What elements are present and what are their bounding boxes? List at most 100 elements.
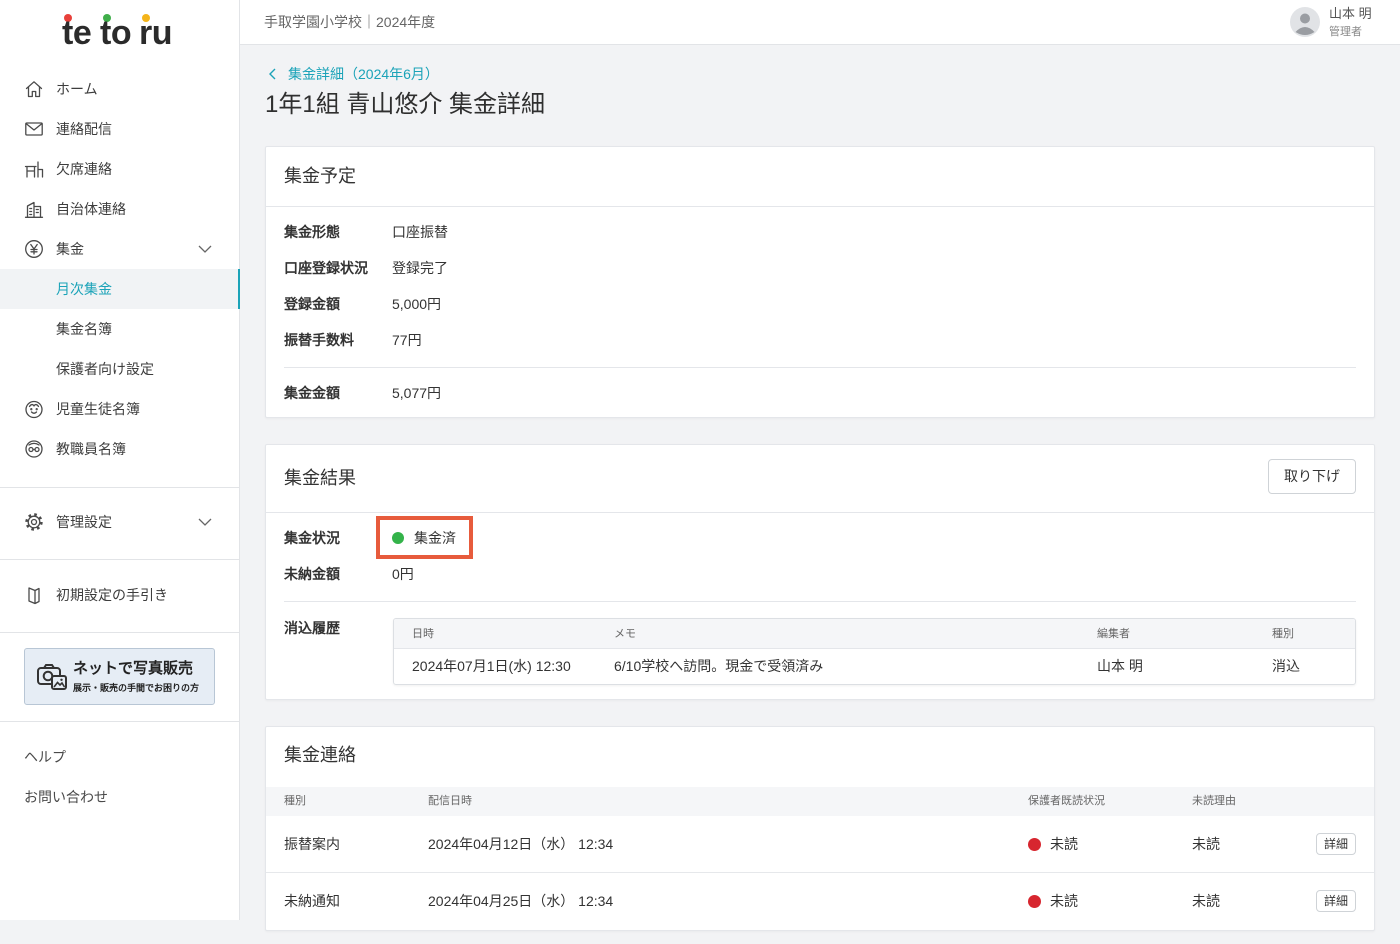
sidebar-item-students[interactable]: 児童生徒名簿 bbox=[0, 389, 239, 429]
sidebar-item-setup-guide[interactable]: 初期設定の手引き bbox=[0, 575, 239, 615]
logo-part: te bbox=[62, 14, 92, 52]
desk-icon bbox=[24, 161, 44, 178]
kv-row: 登録金額 5,000円 bbox=[266, 286, 1374, 322]
notice-type: 振替案内 bbox=[284, 836, 340, 852]
sidebar-divider bbox=[0, 559, 239, 560]
sidebar-divider bbox=[0, 487, 239, 488]
history-section: 消込履歴 日時 メモ 編集者 種別 2024年07月1日(水) 12:30 6/… bbox=[266, 618, 1374, 685]
sidebar-item-label: 保護者向け設定 bbox=[56, 361, 154, 377]
school-year-label: 手取学園小学校｜2024年度 bbox=[264, 14, 436, 30]
card-header: 集金連絡 bbox=[266, 727, 1374, 787]
unread-reason: 未読 bbox=[1192, 836, 1220, 852]
card-body: 集金形態 口座振替 口座登録状況 登録完了 登録金額 5,000円 振替手数料 … bbox=[266, 207, 1374, 411]
book-icon bbox=[28, 587, 40, 605]
column-header: 種別 bbox=[1272, 628, 1294, 640]
page-title: 1年1組 青山悠介 集金詳細 bbox=[265, 91, 546, 118]
gear-icon bbox=[25, 513, 43, 531]
kv-label: 集金形態 bbox=[284, 224, 340, 240]
kv-row-total: 集金金額 5,077円 bbox=[266, 375, 1374, 411]
card-header: 集金結果 取り下げ bbox=[266, 445, 1374, 513]
sidebar-item-collection-roster[interactable]: 集金名簿 bbox=[0, 309, 239, 349]
unread-status-dot bbox=[1028, 895, 1041, 908]
kv-value: 登録完了 bbox=[392, 260, 448, 276]
tetoru-logo[interactable]: te to ru bbox=[0, 0, 239, 60]
history-table: 日時 メモ 編集者 種別 2024年07月1日(水) 12:30 6/10学校へ… bbox=[393, 618, 1356, 685]
sidebar-item-label: 初期設定の手引き bbox=[56, 587, 168, 603]
notice-datetime: 2024年04月12日（水） 12:34 bbox=[428, 836, 614, 852]
kv-value: 5,000円 bbox=[392, 296, 442, 312]
divider bbox=[284, 367, 1356, 368]
table-header: 日時 メモ 編集者 種別 bbox=[394, 619, 1355, 649]
highlight-box bbox=[376, 516, 473, 559]
card-header: 集金予定 bbox=[266, 147, 1374, 207]
kv-row-status: 集金状況 集金済 bbox=[266, 516, 1374, 559]
sidebar-item-collection[interactable]: 集金 bbox=[0, 229, 239, 269]
sidebar-item-staff[interactable]: 教職員名簿 bbox=[0, 429, 239, 469]
help-link[interactable]: ヘルプ bbox=[24, 737, 66, 777]
sidebar-item-admin-settings[interactable]: 管理設定 bbox=[0, 502, 239, 542]
kv-row: 集金形態 口座振替 bbox=[266, 214, 1374, 250]
sidebar-divider bbox=[0, 632, 239, 633]
table-header: 種別 配信日時 保護者既読状況 未読理由 bbox=[266, 787, 1374, 816]
teacher-icon bbox=[25, 440, 43, 458]
sidebar-item-label: 欠席連絡 bbox=[56, 161, 112, 177]
detail-button[interactable]: 詳細 bbox=[1316, 890, 1356, 912]
photo-camera-icon bbox=[37, 664, 67, 690]
sidebar-item-label: 教職員名簿 bbox=[56, 441, 126, 457]
contact-link[interactable]: お問い合わせ bbox=[24, 777, 108, 817]
chevron-down-icon[interactable] bbox=[198, 244, 212, 254]
kv-row: 口座登録状況 登録完了 bbox=[266, 250, 1374, 286]
child-icon bbox=[25, 400, 43, 419]
sidebar-item-home[interactable]: ホーム bbox=[0, 69, 239, 109]
kv-row: 振替手数料 77円 bbox=[266, 322, 1374, 358]
unread-reason: 未読 bbox=[1192, 893, 1220, 909]
sidebar-divider bbox=[0, 721, 239, 722]
kv-row: 未納金額 0円 bbox=[266, 556, 1374, 592]
sidebar-item-monthly-collection[interactable]: 月次集金 bbox=[0, 269, 240, 309]
notice-datetime: 2024年04月25日（水） 12:34 bbox=[428, 893, 614, 909]
history-label: 消込履歴 bbox=[284, 620, 340, 636]
result-card: 集金結果 取り下げ 集金状況 集金済 未納金額 0円 消込履歴 日時 メモ 編集… bbox=[265, 444, 1375, 700]
column-header: 未読理由 bbox=[1192, 795, 1236, 807]
card-title: 集金結果 bbox=[284, 468, 356, 488]
notice-type: 未納通知 bbox=[284, 893, 340, 909]
building-icon bbox=[24, 201, 44, 218]
home-icon bbox=[25, 81, 43, 98]
kv-label: 集金金額 bbox=[284, 385, 340, 401]
detail-button[interactable]: 詳細 bbox=[1316, 833, 1356, 855]
sidebar-item-label: 自治体連絡 bbox=[56, 201, 126, 217]
kv-value: 0円 bbox=[392, 566, 414, 582]
banner-title: ネットで写真販売 bbox=[73, 660, 194, 677]
user-name[interactable]: 山本 明 bbox=[1329, 5, 1372, 23]
photo-sales-banner[interactable]: ネットで写真販売 展示・販売の手間でお困りの方 bbox=[24, 648, 215, 705]
table-row: 振替案内 2024年04月12日（水） 12:34 未読 未読 詳細 bbox=[266, 816, 1374, 873]
card-title: 集金予定 bbox=[284, 166, 356, 186]
sidebar-item-label: 集金名簿 bbox=[56, 321, 112, 337]
user-avatar-icon[interactable] bbox=[1290, 7, 1320, 37]
table-row: 未納通知 2024年04月25日（水） 12:34 未読 未読 詳細 bbox=[266, 873, 1374, 930]
card-body: 集金状況 集金済 未納金額 0円 消込履歴 日時 メモ 編集者 種別 2024年… bbox=[266, 513, 1374, 685]
logo-part: to bbox=[100, 14, 132, 52]
sidebar-item-label: 集金 bbox=[56, 241, 84, 257]
column-header: 配信日時 bbox=[428, 795, 472, 807]
chevron-left-icon bbox=[269, 68, 276, 80]
history-editor: 山本 明 bbox=[1097, 658, 1143, 674]
chevron-down-icon[interactable] bbox=[198, 517, 212, 527]
notices-card: 集金連絡 種別 配信日時 保護者既読状況 未読理由 振替案内 2024年04月1… bbox=[265, 726, 1375, 931]
kv-label: 未納金額 bbox=[284, 566, 340, 582]
card-title: 集金連絡 bbox=[284, 745, 356, 765]
sidebar-item-label: 管理設定 bbox=[56, 514, 112, 530]
kv-label: 登録金額 bbox=[284, 296, 340, 312]
sidebar-item-municipality[interactable]: 自治体連絡 bbox=[0, 189, 239, 229]
sidebar-item-messages[interactable]: 連絡配信 bbox=[0, 109, 239, 149]
column-header: 保護者既読状況 bbox=[1028, 795, 1105, 807]
column-header: 編集者 bbox=[1097, 628, 1130, 640]
withdraw-button[interactable]: 取り下げ bbox=[1268, 459, 1356, 494]
sidebar: te to ru ホーム 連絡配信 欠席連絡 自治体連絡 集金 月次集金 集金名… bbox=[0, 0, 240, 920]
sidebar-item-absence[interactable]: 欠席連絡 bbox=[0, 149, 239, 189]
breadcrumb-link[interactable]: 集金詳細（2024年6月） bbox=[288, 64, 439, 84]
top-header: 手取学園小学校｜2024年度 山本 明 管理者 bbox=[240, 0, 1400, 45]
yen-icon bbox=[25, 240, 43, 258]
kv-label: 振替手数料 bbox=[284, 332, 354, 348]
sidebar-item-guardian-settings[interactable]: 保護者向け設定 bbox=[0, 349, 239, 389]
